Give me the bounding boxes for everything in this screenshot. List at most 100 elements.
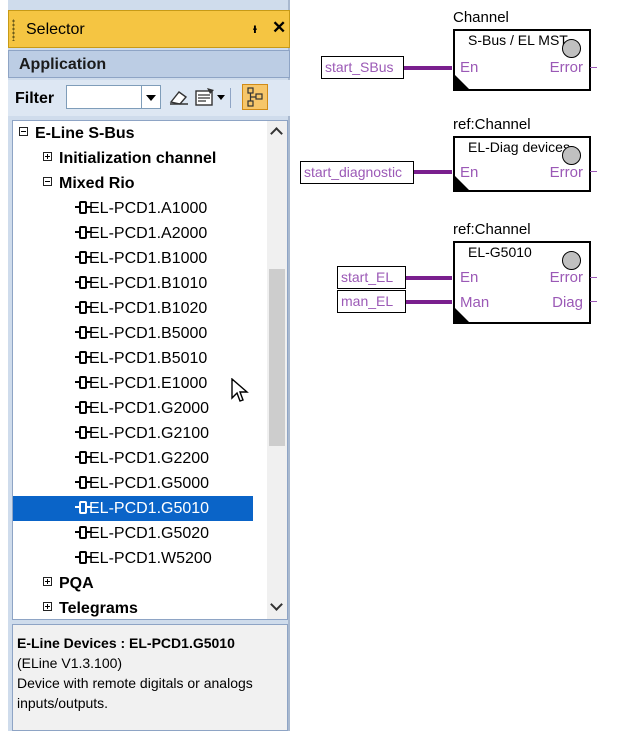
tree-item-label: EL-PCD1.E1000 xyxy=(89,375,208,392)
tree-item[interactable]: Telegrams xyxy=(13,596,253,619)
mouse-pointer-icon xyxy=(231,378,249,402)
tree-item[interactable]: EL-PCD1.B5000 xyxy=(13,321,253,346)
tree-item-label: EL-PCD1.B5000 xyxy=(89,325,208,342)
block-corner-marker xyxy=(455,75,469,89)
signal-label[interactable]: start_SBus xyxy=(321,56,404,79)
close-icon[interactable]: ✕ xyxy=(272,18,286,38)
device-icon xyxy=(75,351,91,364)
block-corner-marker xyxy=(455,308,469,322)
block-name: S-Bus / EL MST xyxy=(468,32,568,48)
tree-view-toggle-icon[interactable] xyxy=(242,84,268,110)
tree-item[interactable]: EL-PCD1.A2000 xyxy=(13,221,253,246)
block-name: EL-Diag devices xyxy=(468,139,570,155)
output-pin[interactable]: Error xyxy=(550,59,583,76)
expand-icon[interactable] xyxy=(43,152,52,161)
tree-item-label: EL-PCD1.G5000 xyxy=(89,475,210,492)
scroll-down-icon[interactable] xyxy=(267,597,287,619)
tree-item[interactable]: EL-PCD1.G2200 xyxy=(13,446,253,471)
device-icon xyxy=(75,251,91,264)
signal-wire[interactable] xyxy=(414,170,452,174)
device-icon xyxy=(75,376,91,389)
function-block[interactable]: EL-Diag devices En Error xyxy=(453,136,591,192)
device-icon xyxy=(75,326,91,339)
output-pin[interactable]: Error xyxy=(550,164,583,181)
block-corner-marker xyxy=(455,176,469,190)
tree-item[interactable]: EL-PCD1.G5000 xyxy=(13,471,253,496)
tree-item[interactable]: EL-PCD1.B1000 xyxy=(13,246,253,271)
section-header[interactable]: Application xyxy=(8,50,290,78)
signal-label[interactable]: start_diagnostic xyxy=(300,161,414,184)
description-text: Device with remote digitals or analogs i… xyxy=(17,675,253,711)
status-led-icon xyxy=(562,146,581,165)
tree-item-label: EL-PCD1.G5010 xyxy=(89,500,210,517)
output-pin[interactable]: Error xyxy=(550,269,583,286)
device-icon xyxy=(75,476,91,489)
properties-icon[interactable] xyxy=(194,87,216,107)
tree-item[interactable]: EL-PCD1.G2000 xyxy=(13,396,253,421)
output-connector xyxy=(590,277,597,278)
collapse-icon[interactable] xyxy=(43,177,52,186)
tree-item-label: EL-PCD1.W5200 xyxy=(89,550,212,567)
tree-item[interactable]: EL-PCD1.A1000 xyxy=(13,196,253,221)
tree-item-selected[interactable]: EL-PCD1.G5010 xyxy=(13,496,253,521)
collapse-icon[interactable] xyxy=(19,127,28,136)
tree-item[interactable]: E-Line S-Bus xyxy=(13,121,253,146)
status-led-icon xyxy=(562,251,581,270)
tree-item[interactable]: EL-PCD1.W5200 xyxy=(13,546,253,571)
tree-item-label: Telegrams xyxy=(59,600,138,617)
tree-item-label: E-Line S-Bus xyxy=(35,125,135,142)
description-version: (ELine V1.3.100) xyxy=(17,655,123,671)
output-connector xyxy=(590,67,597,68)
filter-input[interactable] xyxy=(66,85,142,109)
tree-item[interactable]: EL-PCD1.B5010 xyxy=(13,346,253,371)
tree-item-label: Initialization channel xyxy=(59,150,217,167)
selector-title-bar[interactable]: Selector ᵻ ✕ xyxy=(8,10,290,48)
tree-item[interactable]: EL-PCD1.G2100 xyxy=(13,421,253,446)
expand-icon[interactable] xyxy=(43,577,52,586)
drag-grip-icon[interactable] xyxy=(12,19,15,41)
device-tree[interactable]: Telegrams PQA EL-PCD1.W5200 EL-PCD1.G5020 EL… xyxy=(12,120,288,620)
device-icon xyxy=(75,301,91,314)
input-pin[interactable]: En xyxy=(460,269,478,286)
scroll-up-icon[interactable] xyxy=(267,121,287,143)
function-block[interactable]: EL-G5010 En Man Error Diag xyxy=(453,241,591,324)
status-led-icon xyxy=(562,39,581,58)
input-pin[interactable]: En xyxy=(460,59,478,76)
vertical-scrollbar[interactable] xyxy=(267,121,287,619)
device-icon xyxy=(75,551,91,564)
tree-item[interactable]: Initialization channel xyxy=(13,146,253,171)
description-panel: E-Line Devices : EL-PCD1.G5010 (ELine V1… xyxy=(12,624,288,731)
signal-wire[interactable] xyxy=(406,300,452,304)
tree-item-label: EL-PCD1.G5020 xyxy=(89,525,210,542)
device-icon xyxy=(75,276,91,289)
device-icon xyxy=(75,401,91,414)
function-block[interactable]: S-Bus / EL MST En Error xyxy=(453,29,591,91)
signal-label[interactable]: start_EL xyxy=(337,266,406,289)
tree-item-label: EL-PCD1.G2200 xyxy=(89,450,210,467)
tree-item[interactable]: EL-PCD1.G5020 xyxy=(13,521,253,546)
selector-panel: Selector ᵻ ✕ Application Filter Telegram… xyxy=(8,0,290,731)
tree-item[interactable]: EL-PCD1.B1020 xyxy=(13,296,253,321)
signal-wire[interactable] xyxy=(406,276,452,280)
tree-item[interactable]: EL-PCD1.E1000 xyxy=(13,371,253,396)
output-connector xyxy=(590,301,597,302)
scroll-thumb[interactable] xyxy=(269,269,285,446)
pin-icon[interactable]: ᵻ xyxy=(253,20,257,36)
device-icon xyxy=(75,526,91,539)
tree-item[interactable]: EL-PCD1.B1010 xyxy=(13,271,253,296)
expand-icon[interactable] xyxy=(43,602,52,611)
properties-dropdown-button[interactable] xyxy=(217,95,225,100)
description-heading: E-Line Devices : EL-PCD1.G5010 xyxy=(17,635,235,651)
toolbar-separator xyxy=(230,88,231,108)
tree-item[interactable]: Mixed Rio xyxy=(13,171,253,196)
filter-toolbar: Filter xyxy=(8,80,290,116)
filter-dropdown-button[interactable] xyxy=(142,85,161,109)
signal-label[interactable]: man_EL xyxy=(337,290,406,313)
tree-item-label: EL-PCD1.B1000 xyxy=(89,250,208,267)
tree-item[interactable]: PQA xyxy=(13,571,253,596)
device-icon xyxy=(75,226,91,239)
output-pin[interactable]: Diag xyxy=(552,294,583,311)
signal-wire[interactable] xyxy=(404,66,452,70)
device-icon xyxy=(75,451,91,464)
eraser-icon[interactable] xyxy=(168,88,190,106)
